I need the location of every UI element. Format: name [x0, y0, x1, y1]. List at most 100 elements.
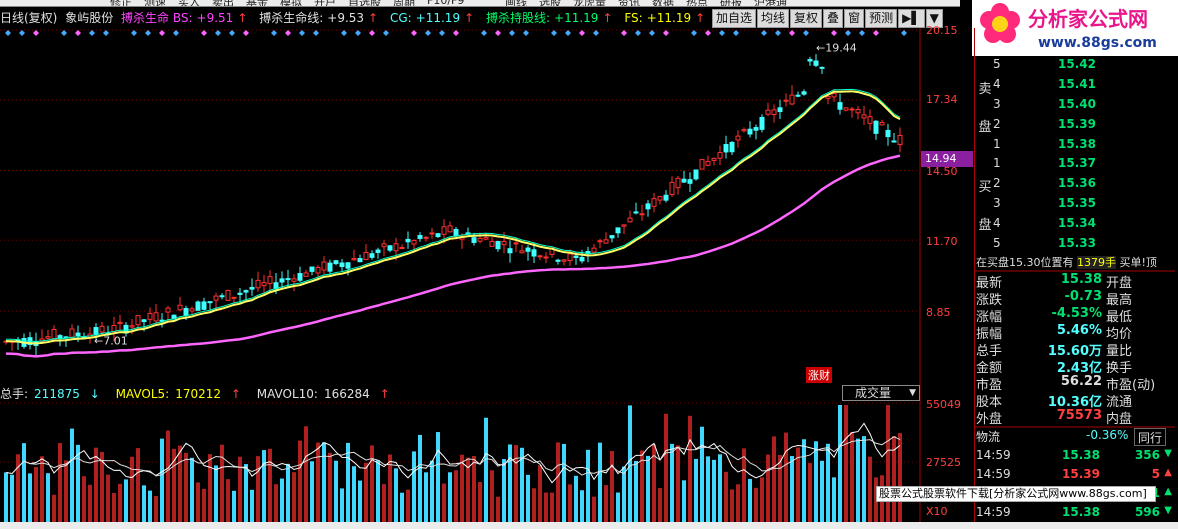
candle-body [435, 233, 441, 238]
menu-item[interactable]: 开户 [314, 0, 336, 6]
candle-body [285, 278, 291, 281]
signal-marker [523, 30, 529, 36]
forecast-button[interactable]: 预测 [865, 9, 898, 28]
candle-body [591, 247, 597, 253]
ma-button[interactable]: 均线 [757, 9, 790, 28]
volume-bar [370, 445, 374, 522]
ask-row[interactable]: 1 15.38 [993, 137, 1173, 157]
candle-body [753, 127, 759, 131]
volume-header: 总手: 211875 ↓ MAVOL5: 170212 ↑ MAVOL10: 1662… [0, 385, 402, 401]
volume-bar [184, 452, 188, 522]
candle-body [495, 240, 501, 250]
volume-bar [340, 488, 344, 522]
menu-item[interactable]: 热点 [686, 0, 708, 6]
signal-marker [901, 30, 907, 36]
sell-label: 卖盘 [978, 82, 992, 135]
bid-row[interactable]: 3 15.35 [993, 196, 1173, 216]
signal-marker [341, 30, 347, 36]
bid-row[interactable]: 4 15.34 [993, 216, 1173, 236]
candle-body [675, 177, 681, 189]
peer-button[interactable]: 同行 [1134, 428, 1167, 446]
volume-bar [442, 483, 446, 522]
signal-marker [761, 30, 767, 36]
volume-bar [754, 487, 758, 522]
menu-item[interactable]: 卖出 [212, 0, 234, 6]
volume-bar [592, 496, 596, 522]
menu-item[interactable]: 周期 [393, 0, 415, 6]
menu-item[interactable]: 画线 [505, 0, 527, 6]
candle-body [99, 325, 105, 333]
volume-bar [508, 444, 512, 522]
ask-row[interactable]: 2 15.39 [993, 117, 1173, 137]
quote-row: 股本 10.36亿 流通 [976, 395, 1133, 410]
volume-bar [820, 460, 824, 522]
volume-bar [304, 426, 308, 522]
ask-row[interactable]: 4 15.41 [993, 77, 1173, 97]
candle-body [249, 287, 255, 290]
menu-item[interactable]: 研报 [720, 0, 742, 6]
candle-body [69, 328, 75, 338]
volume-bar [346, 442, 350, 522]
volume-bar [46, 473, 50, 522]
menu-item[interactable]: 测速 [144, 0, 166, 6]
menu-item[interactable]: 沪港通 [754, 0, 787, 6]
period-label[interactable]: 日线(复权) [0, 11, 57, 25]
ask-row[interactable]: 3 15.40 [993, 97, 1173, 117]
window-button[interactable]: 窗 [844, 9, 865, 28]
candle-body [393, 243, 399, 252]
signal-marker [89, 30, 95, 36]
candle-body [567, 253, 573, 262]
signal-marker [509, 30, 515, 36]
menu-item[interactable]: 龙虎量 [573, 0, 606, 6]
menu-item[interactable]: F10/F9 [427, 0, 464, 6]
volume-bar [364, 462, 368, 522]
menubar[interactable]: 修正 测速 买入 卖出 基金 模拟 开户 自选股 周期 F10/F9 画线 选股 龙虎量 资讯 数据 热点 研报… [0, 0, 960, 7]
candle-body [777, 107, 783, 112]
menu-item[interactable]: 选股 [539, 0, 561, 6]
menu-item[interactable]: 修正 [110, 0, 132, 6]
candle-body [561, 259, 567, 262]
menu-item[interactable]: 买入 [178, 0, 200, 6]
candle-body [135, 315, 141, 326]
menu-item[interactable]: 资讯 [618, 0, 640, 6]
volume-bar [316, 442, 320, 522]
up-arrow-icon: ↑ [379, 387, 390, 401]
volume-bar [700, 426, 704, 522]
right-arrow-icon[interactable]: ▶▌ [898, 9, 925, 28]
volume-bar [160, 438, 164, 522]
signal-marker [313, 30, 319, 36]
signal-marker [579, 30, 585, 36]
menu-item[interactable]: 基金 [246, 0, 268, 6]
bid-row[interactable]: 5 15.33 [993, 236, 1173, 256]
bid-row[interactable]: 2 15.36 [993, 176, 1173, 196]
candlestick-chart[interactable]: ←19.44 ←7.01 [0, 28, 920, 383]
zhangcai-badge[interactable]: 涨财 [806, 367, 832, 383]
add-favorite-button[interactable]: 加自选 [712, 9, 757, 28]
volume-bar [634, 460, 638, 522]
volume-bar [280, 478, 284, 522]
menu-item[interactable]: 模拟 [280, 0, 302, 6]
up-arrow-icon: ▲ [1164, 486, 1172, 497]
promo-banner[interactable]: 股票公式股票软件下载[分析家公式网www.88gs.com] [876, 486, 1156, 502]
volume-bar [88, 484, 92, 522]
candle-body [147, 312, 153, 320]
volume-bar [232, 490, 236, 522]
volume-bar [616, 492, 620, 522]
candle-body [609, 235, 615, 239]
overlay-button[interactable]: 叠 [823, 9, 844, 28]
candle-body [243, 290, 249, 293]
candle-body [729, 141, 735, 153]
candle-body [447, 225, 453, 233]
menu-item[interactable]: 数据 [652, 0, 674, 6]
adjust-button[interactable]: 复权 [790, 9, 823, 28]
ask-row[interactable]: 5 15.42 [993, 57, 1173, 77]
indicator-dropdown[interactable]: 成交量 ▼ [842, 385, 920, 401]
volume-chart[interactable] [0, 383, 920, 523]
bid-row[interactable]: 1 15.37 [993, 156, 1173, 176]
high-annotation: ←19.44 [816, 42, 857, 55]
candle-body [423, 236, 429, 239]
volume-bar [580, 490, 584, 522]
volume-bar [814, 441, 818, 522]
menu-item[interactable]: 自选股 [348, 0, 381, 6]
signal-marker [75, 30, 81, 36]
